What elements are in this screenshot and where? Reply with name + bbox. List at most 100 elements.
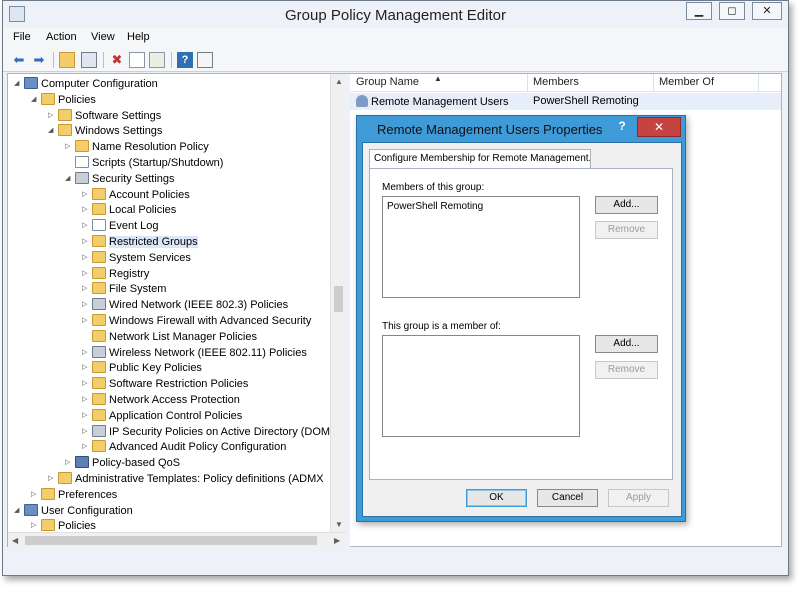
tree-node[interactable]: ◢ Policies bbox=[31, 92, 96, 108]
tree-horizontal-scrollbar[interactable]: ◀ ▶ bbox=[8, 532, 346, 548]
expand-arrow-icon[interactable]: ▷ bbox=[82, 345, 92, 361]
scroll-right-arrow[interactable]: ▶ bbox=[334, 536, 340, 545]
expand-arrow-icon[interactable]: ▷ bbox=[31, 518, 41, 532]
close-button[interactable]: ✕ bbox=[752, 2, 782, 20]
expand-arrow-icon[interactable]: ▷ bbox=[82, 439, 92, 455]
tree-node[interactable]: ▷ Application Control Policies bbox=[82, 408, 242, 424]
expand-arrow-icon[interactable]: ▷ bbox=[48, 471, 58, 487]
expand-arrow-icon[interactable]: ▷ bbox=[65, 139, 75, 155]
dialog-help-button[interactable]: ? bbox=[611, 117, 633, 135]
column-group-name[interactable]: Group Name bbox=[356, 76, 419, 88]
collapse-arrow-icon[interactable]: ◢ bbox=[65, 171, 75, 187]
tree-node[interactable]: ▷ IP Security Policies on Active Director… bbox=[82, 424, 330, 440]
scroll-left-arrow[interactable]: ◀ bbox=[12, 536, 18, 545]
expand-arrow-icon[interactable]: ▷ bbox=[82, 297, 92, 313]
remove-member-button[interactable]: Remove bbox=[595, 221, 658, 239]
tree-node[interactable]: ▷ Network Access Protection bbox=[82, 392, 240, 408]
column-divider[interactable] bbox=[758, 74, 759, 92]
expand-arrow-icon[interactable]: ▷ bbox=[48, 108, 58, 124]
tree-node[interactable]: ▷ Name Resolution Policy bbox=[65, 139, 209, 155]
tree-node[interactable]: ▷ Software Settings bbox=[48, 108, 161, 124]
tree-vertical-scrollbar[interactable]: ▲ ▼ bbox=[330, 74, 346, 532]
tree-node[interactable]: ▷ Account Policies bbox=[82, 187, 190, 203]
tree-node[interactable]: ▷ Local Policies bbox=[82, 202, 176, 218]
tree-node[interactable]: ▷ Wired Network (IEEE 802.3) Policies bbox=[82, 297, 288, 313]
expand-arrow-icon[interactable]: ▷ bbox=[82, 234, 92, 250]
collapse-arrow-icon[interactable]: ◢ bbox=[31, 92, 41, 108]
column-member-of[interactable]: Member Of bbox=[659, 76, 714, 88]
tree-node[interactable]: ▷ Preferences bbox=[31, 487, 117, 503]
expand-arrow-icon[interactable]: ▷ bbox=[82, 266, 92, 282]
remove-member-of-button[interactable]: Remove bbox=[595, 361, 658, 379]
tree-node[interactable]: ▷ Policies bbox=[31, 518, 96, 532]
scroll-thumb[interactable] bbox=[334, 286, 343, 312]
expand-arrow-icon[interactable]: ▷ bbox=[82, 360, 92, 376]
menu-action[interactable]: Action bbox=[46, 31, 77, 43]
member-of-listbox[interactable] bbox=[382, 335, 580, 437]
show-pane-icon[interactable] bbox=[197, 52, 213, 68]
tree-node[interactable]: ▷ Restricted Groups bbox=[82, 234, 198, 250]
expand-arrow-icon[interactable]: ▷ bbox=[82, 281, 92, 297]
expand-arrow-icon[interactable]: ▷ bbox=[82, 424, 92, 440]
tree-node[interactable]: ▷ Registry bbox=[82, 266, 149, 282]
scroll-down-arrow[interactable]: ▼ bbox=[335, 520, 343, 529]
tree-node[interactable]: ▷ Event Log bbox=[82, 218, 159, 234]
expand-arrow-icon[interactable]: ▷ bbox=[82, 187, 92, 203]
tree-node[interactable]: ▷ System Services bbox=[82, 250, 191, 266]
expand-arrow-icon[interactable]: ▷ bbox=[82, 376, 92, 392]
console-tree[interactable]: ◢ Computer Configuration ◢ Policies ▷ Softwar… bbox=[8, 74, 330, 532]
tree-node[interactable]: ▷ Software Restriction Policies bbox=[82, 376, 248, 392]
tree-node[interactable]: Network List Manager Policies bbox=[82, 329, 257, 345]
tree-node[interactable]: ◢ Windows Settings bbox=[48, 123, 162, 139]
add-member-button[interactable]: Add... bbox=[595, 196, 658, 214]
properties-icon[interactable] bbox=[129, 52, 145, 68]
menu-file[interactable]: File bbox=[13, 31, 31, 43]
expand-arrow-icon[interactable]: ▷ bbox=[82, 392, 92, 408]
maximize-button[interactable]: ◻ bbox=[719, 2, 745, 20]
tree-node[interactable]: ▷ Wireless Network (IEEE 802.11) Policies bbox=[82, 345, 307, 361]
back-icon[interactable]: ⬅ bbox=[11, 52, 27, 68]
tree-node[interactable]: ◢ Computer Configuration bbox=[14, 76, 158, 92]
export-icon[interactable] bbox=[149, 52, 165, 68]
minimize-button[interactable]: ▁ bbox=[686, 2, 712, 20]
collapse-arrow-icon[interactable]: ◢ bbox=[14, 76, 24, 92]
members-listbox[interactable]: PowerShell Remoting bbox=[382, 196, 580, 298]
show-hide-tree-icon[interactable] bbox=[81, 52, 97, 68]
tree-node[interactable]: ▷ Windows Firewall with Advanced Security bbox=[82, 313, 311, 329]
column-divider[interactable] bbox=[653, 74, 654, 92]
scroll-up-arrow[interactable]: ▲ bbox=[335, 77, 343, 86]
expand-arrow-icon[interactable]: ▷ bbox=[82, 250, 92, 266]
expand-arrow-icon[interactable]: ▷ bbox=[82, 313, 92, 329]
expand-arrow-icon[interactable]: ▷ bbox=[82, 202, 92, 218]
ok-button[interactable]: OK bbox=[466, 489, 527, 507]
list-item[interactable]: PowerShell Remoting bbox=[387, 201, 483, 212]
dialog-close-button[interactable]: ✕ bbox=[637, 117, 681, 137]
expand-arrow-icon[interactable]: ▷ bbox=[82, 218, 92, 234]
table-row[interactable]: Remote Management Users PowerShell Remot… bbox=[350, 93, 781, 110]
expand-arrow-icon[interactable]: ▷ bbox=[65, 455, 75, 471]
menu-help[interactable]: Help bbox=[127, 31, 150, 43]
delete-icon[interactable]: ✖ bbox=[109, 52, 125, 68]
menu-view[interactable]: View bbox=[91, 31, 115, 43]
collapse-arrow-icon[interactable]: ◢ bbox=[48, 123, 58, 139]
tree-node[interactable]: ▷ Administrative Templates: Policy defini… bbox=[48, 471, 324, 487]
cancel-button[interactable]: Cancel bbox=[537, 489, 598, 507]
help-icon[interactable]: ? bbox=[177, 52, 193, 68]
tree-node[interactable]: ▷ File System bbox=[82, 281, 166, 297]
expand-arrow-icon[interactable]: ▷ bbox=[31, 487, 41, 503]
tree-node[interactable]: ▷ Public Key Policies bbox=[82, 360, 202, 376]
collapse-arrow-icon[interactable]: ◢ bbox=[14, 503, 24, 519]
tree-node[interactable]: ▷ Policy-based QoS bbox=[65, 455, 180, 471]
column-members[interactable]: Members bbox=[533, 76, 579, 88]
add-member-of-button[interactable]: Add... bbox=[595, 335, 658, 353]
column-divider[interactable] bbox=[527, 74, 528, 92]
forward-icon[interactable]: ➡ bbox=[31, 52, 47, 68]
apply-button[interactable]: Apply bbox=[608, 489, 669, 507]
tab-configure-membership[interactable]: Configure Membership for Remote Manageme… bbox=[369, 149, 591, 169]
expand-arrow-icon[interactable]: ▷ bbox=[82, 408, 92, 424]
tree-node[interactable]: ◢ Security Settings bbox=[65, 171, 175, 187]
tree-node[interactable]: Scripts (Startup/Shutdown) bbox=[65, 155, 223, 171]
scroll-thumb[interactable] bbox=[25, 536, 317, 545]
up-folder-icon[interactable] bbox=[59, 52, 75, 68]
tree-node[interactable]: ▷ Advanced Audit Policy Configuration bbox=[82, 439, 286, 455]
